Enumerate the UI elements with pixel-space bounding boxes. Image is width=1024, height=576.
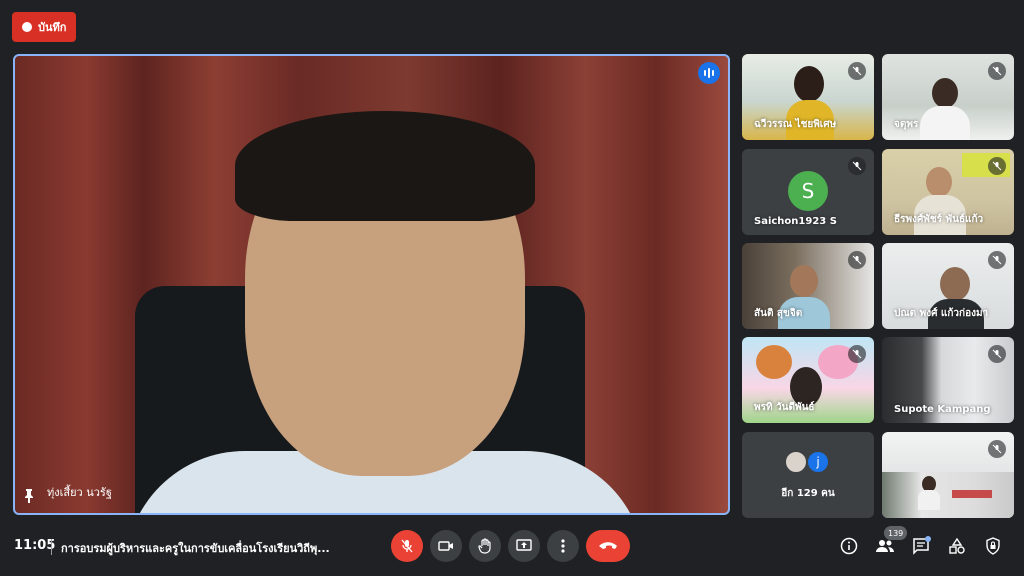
participant-tile[interactable]: ธีรพงศ์พัชร์ พันธ์แก้ว bbox=[882, 149, 1014, 235]
participant-name: สันติ สุขจิต bbox=[754, 308, 803, 319]
mic-off-icon bbox=[401, 539, 413, 553]
participant-name: Supote Kampang bbox=[894, 404, 991, 415]
recording-label: บันทึก bbox=[38, 21, 67, 34]
others-count-label: อีก 129 คน bbox=[781, 488, 835, 499]
mic-off-icon bbox=[988, 157, 1006, 175]
phone-hangup-icon bbox=[599, 542, 617, 549]
record-dot-icon bbox=[22, 22, 32, 32]
mic-off-icon bbox=[848, 62, 866, 80]
participant-name: ปณต พงศ์ แก้วก่องมา bbox=[894, 308, 989, 319]
raise-hand-button[interactable] bbox=[469, 530, 501, 562]
speaking-indicator-icon bbox=[698, 62, 720, 84]
mic-toggle-button[interactable] bbox=[391, 530, 423, 562]
more-options-button[interactable] bbox=[547, 530, 579, 562]
people-icon bbox=[876, 540, 894, 552]
recording-badge[interactable]: บันทึก bbox=[12, 12, 77, 42]
host-controls-button[interactable] bbox=[981, 534, 1005, 558]
participant-tile[interactable] bbox=[882, 432, 1014, 518]
participant-tile[interactable]: ปณต พงศ์ แก้วก่องมา bbox=[882, 243, 1014, 329]
end-call-button[interactable] bbox=[586, 530, 630, 562]
mic-off-icon bbox=[988, 62, 1006, 80]
mic-off-icon bbox=[848, 157, 866, 175]
present-screen-button[interactable] bbox=[508, 530, 540, 562]
chat-unread-dot bbox=[925, 536, 931, 542]
hand-icon bbox=[478, 538, 491, 554]
participant-name: ฉวีวรรณ ไชยพิเศษ bbox=[754, 119, 837, 130]
participant-tile[interactable]: S Saichon1923 S bbox=[742, 149, 874, 235]
participant-tile[interactable]: สันติ สุขจิต bbox=[742, 243, 874, 329]
main-speaker-name: ทุ่งเสี้ยว นวรัฐ bbox=[47, 486, 112, 499]
speaker-video-hair bbox=[235, 111, 535, 221]
mic-off-icon bbox=[988, 251, 1006, 269]
shapes-icon bbox=[949, 537, 965, 554]
info-icon bbox=[840, 537, 858, 555]
participant-tile[interactable]: ฉวีวรรณ ไชยพิเศษ bbox=[742, 54, 874, 140]
present-icon bbox=[516, 539, 532, 551]
meeting-time: 11:05 bbox=[14, 538, 56, 553]
participant-tile[interactable]: พรทิ วันดีพันธ์ bbox=[742, 337, 874, 423]
camera-icon bbox=[438, 541, 453, 551]
participant-name: Saichon1923 S bbox=[754, 216, 837, 227]
meeting-info-button[interactable] bbox=[837, 534, 861, 558]
participant-tile[interactable]: จตุพร bbox=[882, 54, 1014, 140]
participant-name: จตุพร bbox=[894, 119, 919, 130]
bottom-toolbar: 11:05 การอบรมผู้บริหารและครูในการขับเคลื… bbox=[0, 525, 1024, 576]
mic-off-icon bbox=[848, 345, 866, 363]
participant-name: ธีรพงศ์พัชร์ พันธ์แก้ว bbox=[894, 214, 984, 225]
mic-off-icon bbox=[988, 440, 1006, 458]
main-speaker-tile[interactable]: ทุ่งเสี้ยว นวรัฐ bbox=[13, 54, 730, 515]
more-vert-icon bbox=[561, 539, 565, 553]
avatar bbox=[784, 450, 808, 474]
participant-tile[interactable]: Supote Kampang bbox=[882, 337, 1014, 423]
divider bbox=[51, 539, 52, 555]
chat-button[interactable] bbox=[909, 534, 933, 558]
others-tile[interactable]: j อีก 129 คน bbox=[742, 432, 874, 518]
people-count-badge: 139 bbox=[884, 526, 908, 540]
avatar: S bbox=[788, 171, 828, 211]
participant-name: พรทิ วันดีพันธ์ bbox=[754, 402, 815, 413]
activities-button[interactable] bbox=[945, 534, 969, 558]
mic-off-icon bbox=[848, 251, 866, 269]
mic-off-icon bbox=[988, 345, 1006, 363]
avatar: j bbox=[806, 450, 830, 474]
meeting-title: การอบรมผู้บริหารและครูในการขับเคลื่อนโรง… bbox=[61, 542, 330, 555]
pin-icon[interactable] bbox=[23, 489, 35, 503]
camera-toggle-button[interactable] bbox=[430, 530, 462, 562]
shield-lock-icon bbox=[986, 537, 1000, 555]
